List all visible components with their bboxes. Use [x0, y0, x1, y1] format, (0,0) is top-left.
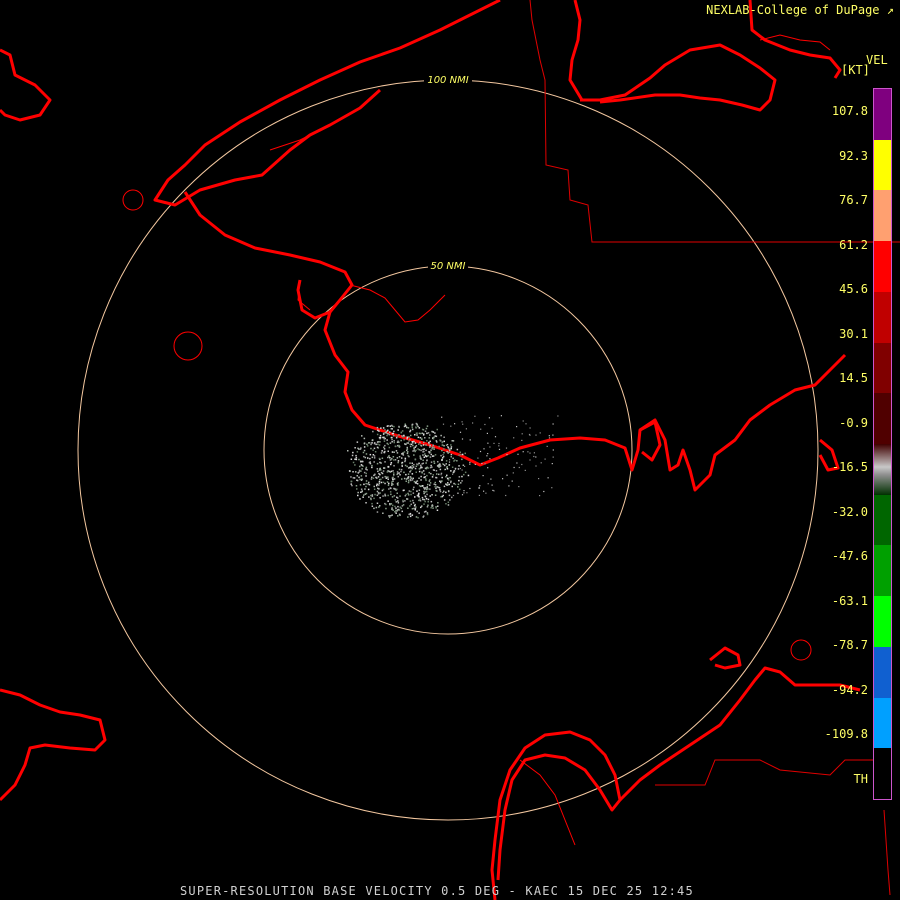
ring-label-50: 50 NMI [431, 261, 466, 272]
colorbar-segment [874, 748, 891, 800]
radar-map: 100 NMI 50 NMI [0, 0, 900, 900]
coastlines [0, 0, 861, 900]
colorbar-segment [874, 241, 891, 293]
colorbar-segment [874, 291, 891, 344]
state-boundaries [529, 0, 900, 896]
colorbar-segment [874, 89, 891, 141]
velocity-echoes [347, 415, 559, 519]
legend-tick: -109.8 [824, 727, 868, 741]
velocity-colorbar [873, 88, 892, 800]
legend-tick: -94.2 [831, 682, 868, 697]
coast-detail [122, 34, 831, 846]
legend-tick: 76.7 [839, 193, 868, 207]
product-line: SUPER-RESOLUTION BASE VELOCITY 0.5 DEG -… [180, 884, 694, 898]
colorbar-segment [874, 545, 891, 597]
colorbar-segment [874, 342, 891, 394]
colorbar-segment [874, 393, 891, 445]
colorbar-segment [874, 139, 891, 191]
legend-tick: -47.6 [831, 549, 868, 563]
legend-tick: -32.0 [831, 504, 868, 519]
ring-label-100: 100 NMI [427, 75, 468, 86]
legend-tick: 30.1 [839, 326, 868, 341]
colorbar-segment [874, 494, 891, 546]
legend-tick: 92.3 [839, 148, 868, 163]
colorbar-segment [874, 190, 891, 242]
legend-tick: 14.5 [839, 371, 868, 385]
legend-tick: -78.7 [831, 638, 868, 652]
colorbar-segment [874, 646, 891, 699]
legend-unit: [KT] [841, 63, 870, 77]
credit-text: NEXLAB-College of DuPage ↗ [706, 3, 894, 17]
colorbar-segment [874, 596, 891, 648]
link-arrow-icon[interactable]: ↗ [887, 3, 894, 17]
legend-tick: 61.2 [839, 237, 868, 252]
legend-tick: -0.9 [839, 415, 868, 430]
legend-tick: 45.6 [839, 282, 868, 296]
legend-tick: -16.5 [831, 460, 868, 474]
legend-tick: TH [853, 771, 868, 786]
colorbar-segment [874, 444, 891, 496]
colorbar-segment [874, 697, 891, 749]
legend-tick: 107.8 [831, 104, 868, 118]
legend-tick: -63.1 [831, 593, 868, 608]
